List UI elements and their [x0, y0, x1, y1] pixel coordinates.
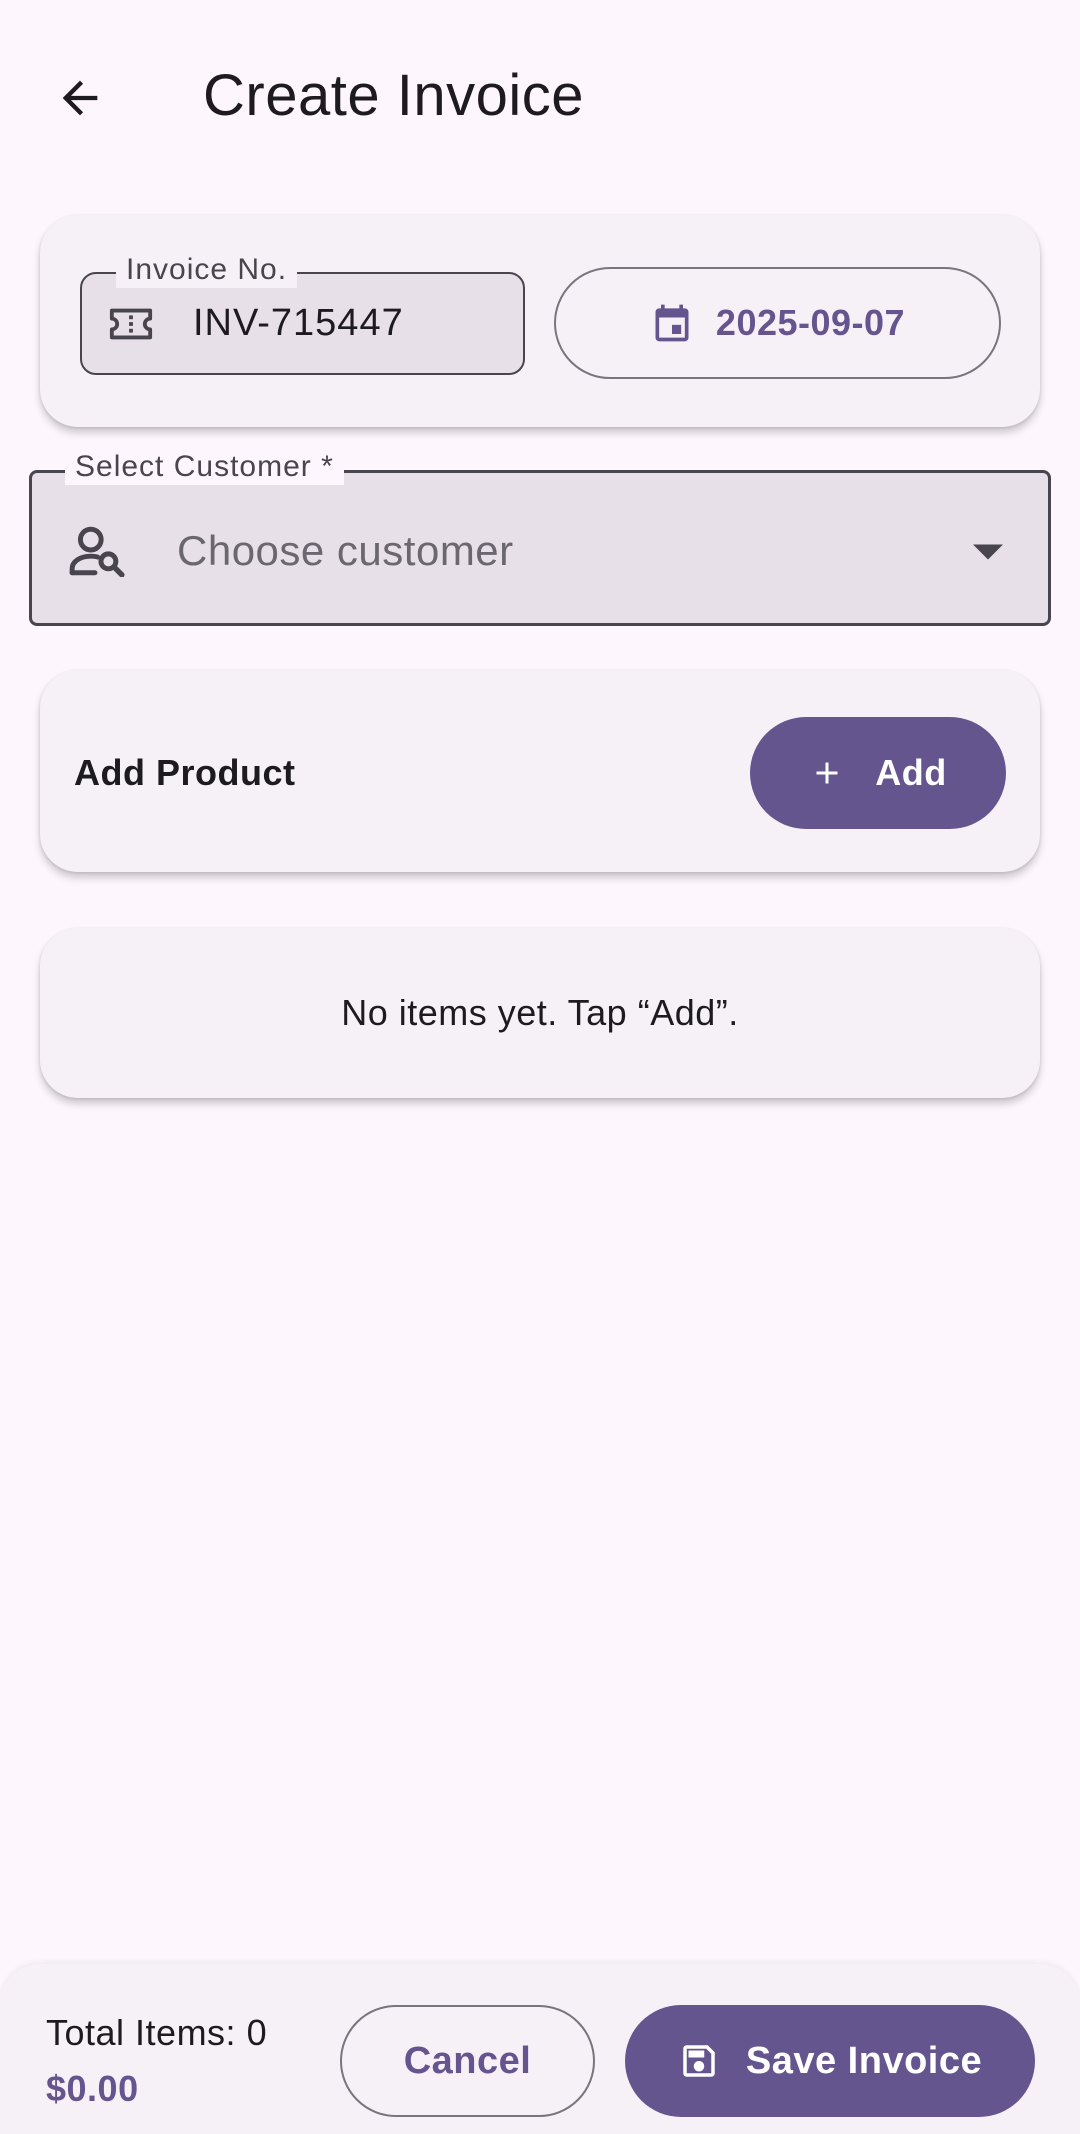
empty-items-message: No items yet. Tap “Add”.	[341, 992, 739, 1033]
calendar-icon	[655, 304, 689, 342]
invoice-number-value: INV-715447	[193, 302, 404, 344]
date-value: 2025-09-07	[715, 302, 906, 343]
arrow-back-icon	[62, 80, 98, 116]
date-picker-button[interactable]: 2025-09-07	[554, 267, 1001, 379]
arrow-drop-down-icon	[973, 544, 1003, 560]
person-search-icon	[69, 526, 125, 577]
invoice-meta-card: Invoice No. INV-715447 2025-09-07	[40, 215, 1040, 427]
page-title: Create Invoice	[203, 63, 584, 128]
save-invoice-button[interactable]: Save Invoice	[625, 2005, 1035, 2117]
app-bar: Create Invoice	[0, 0, 1080, 190]
back-button[interactable]	[40, 58, 120, 138]
customer-select-label: Select Customer *	[65, 449, 344, 485]
bottom-action-bar: Total Items: 0 $0.00 Cancel Save Invoice	[0, 1964, 1080, 2134]
save-icon	[683, 2045, 715, 2077]
invoice-number-label: Invoice No.	[116, 252, 298, 288]
save-invoice-label: Save Invoice	[745, 2039, 983, 2082]
add-product-card: Add Product Add	[40, 670, 1040, 872]
total-amount: $0.00	[46, 2068, 139, 2109]
plus-icon	[816, 762, 838, 784]
items-empty-card: No items yet. Tap “Add”.	[40, 928, 1040, 1098]
cancel-button[interactable]: Cancel	[340, 2005, 595, 2117]
add-product-button-label: Add	[875, 752, 947, 793]
ticket-icon	[109, 308, 153, 340]
add-product-title: Add Product	[74, 752, 296, 793]
total-items: Total Items: 0	[46, 2012, 268, 2053]
invoice-number-field[interactable]: Invoice No. INV-715447	[80, 252, 525, 375]
customer-select[interactable]: Select Customer * Choose customer	[29, 449, 1051, 626]
customer-placeholder: Choose customer	[177, 527, 514, 574]
add-product-button[interactable]: Add	[750, 717, 1006, 829]
